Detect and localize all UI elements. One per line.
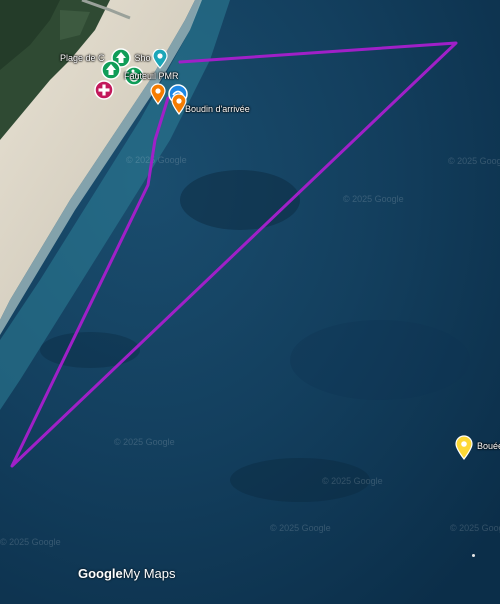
satellite-imagery xyxy=(0,0,500,604)
beach-label-start: Plage de C xyxy=(60,53,105,63)
my-maps-wordmark: My Maps xyxy=(122,566,176,581)
map-watermark: © 2025 Google xyxy=(126,155,187,165)
marker-label-buoy: Bouée xyxy=(477,441,500,451)
map-watermark: © 2025 Google xyxy=(0,537,61,547)
orange-pin-icon xyxy=(150,83,166,105)
map-watermark: © 2025 Google xyxy=(270,523,331,533)
google-my-maps-logo: GoogleMy Maps xyxy=(78,566,176,581)
beach-label-end: Sho xyxy=(134,53,151,63)
buoy-marker[interactable] xyxy=(455,435,473,465)
google-wordmark: Google xyxy=(78,566,123,581)
marker-label-finish: Boudin d'arrivée xyxy=(185,104,250,114)
map-canvas[interactable]: © 2025 Google © 2025 Google © 2025 Googl… xyxy=(0,0,500,604)
orange-marker[interactable] xyxy=(150,83,166,110)
shower-marker-icon xyxy=(152,48,168,69)
map-watermark: © 2025 Google xyxy=(343,194,404,204)
sea-dot xyxy=(472,554,475,557)
home-marker-icon xyxy=(101,60,121,80)
map-watermark: © 2025 Google xyxy=(448,156,500,166)
yellow-pin-icon xyxy=(455,435,473,460)
map-watermark: © 2025 Google xyxy=(114,437,175,447)
marker-label-wheelchair: Fauteuil PMR xyxy=(124,71,179,81)
map-watermark: © 2025 Google xyxy=(450,523,500,533)
first-aid-marker-icon xyxy=(94,80,114,100)
marker-label-beach: Plage de C Sho xyxy=(60,53,151,63)
first-aid-marker[interactable] xyxy=(94,80,114,105)
map-watermark: © 2025 Google xyxy=(322,476,383,486)
